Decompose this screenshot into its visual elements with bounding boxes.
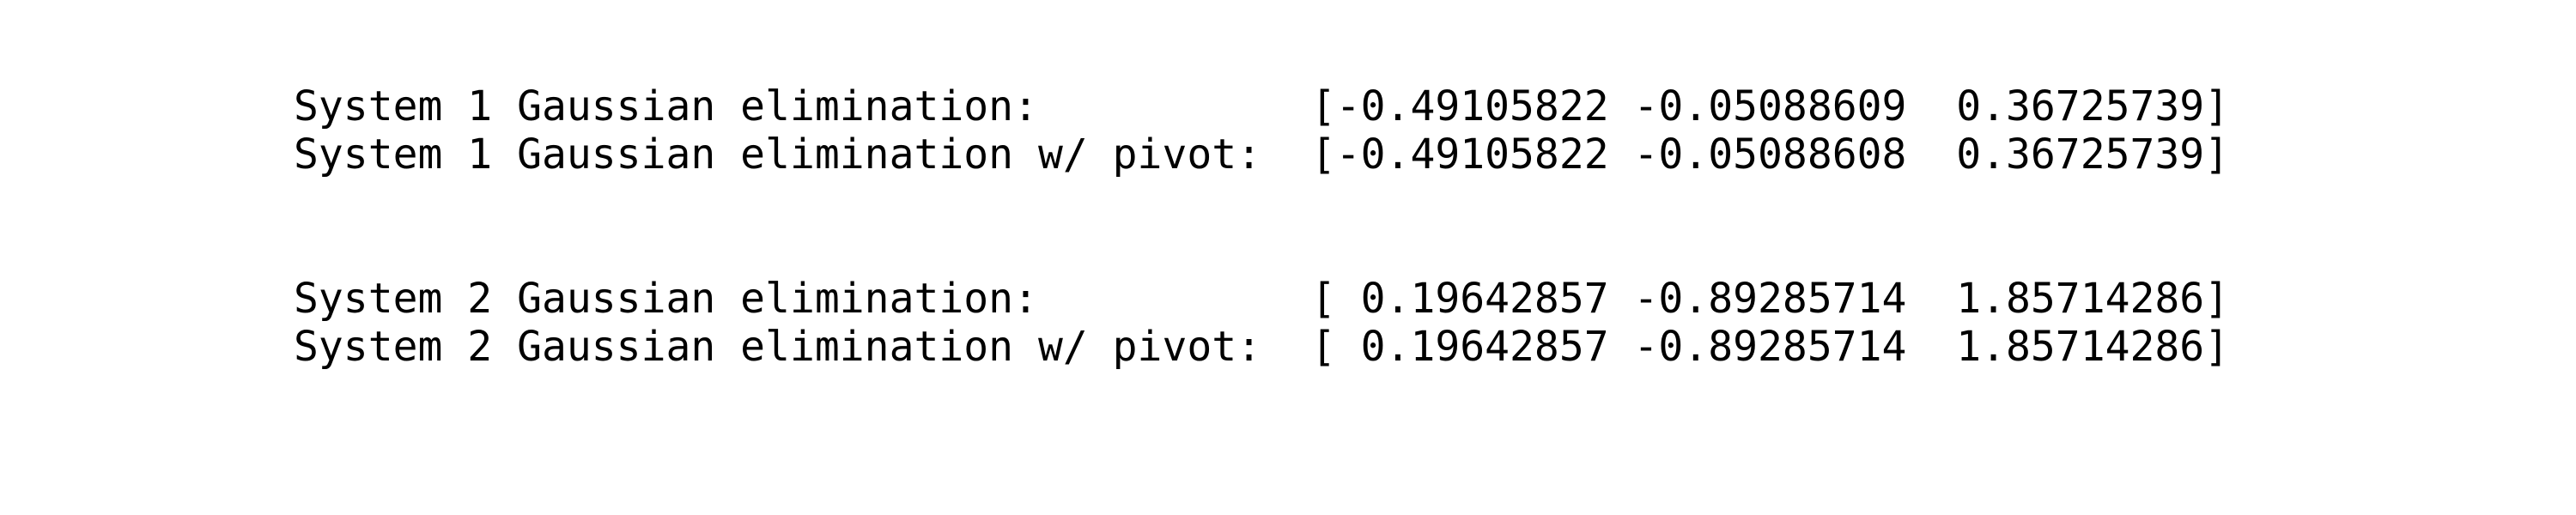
system1-pivot-value: [-0.49105822 -0.05088608 0.36725739] <box>1310 130 2230 179</box>
system1-plain-label: System 1 Gaussian elimination: <box>294 82 1038 130</box>
system1-pivot-label: System 1 Gaussian elimination w/ pivot: <box>294 130 1262 179</box>
system2-pivot-line: System 2 Gaussian elimination w/ pivot: … <box>294 323 2229 371</box>
system1-pivot-line: System 1 Gaussian elimination w/ pivot: … <box>294 130 2229 179</box>
terminal-output: System 1 Gaussian elimination: [-0.49105… <box>294 82 2229 371</box>
system2-plain-line: System 2 Gaussian elimination: [ 0.19642… <box>294 275 2229 323</box>
output-spacer <box>294 179 2229 275</box>
system2-pivot-label: System 2 Gaussian elimination w/ pivot: <box>294 323 1262 371</box>
system1-plain-line: System 1 Gaussian elimination: [-0.49105… <box>294 82 2229 130</box>
console-output-page: { "output": { "system1": { "plain_label"… <box>0 0 2576 515</box>
system2-plain-value: [ 0.19642857 -0.89285714 1.85714286] <box>1310 275 2230 323</box>
system1-plain-value: [-0.49105822 -0.05088609 0.36725739] <box>1310 82 2230 130</box>
system2-pivot-value: [ 0.19642857 -0.89285714 1.85714286] <box>1310 323 2230 371</box>
system2-plain-label: System 2 Gaussian elimination: <box>294 275 1038 323</box>
